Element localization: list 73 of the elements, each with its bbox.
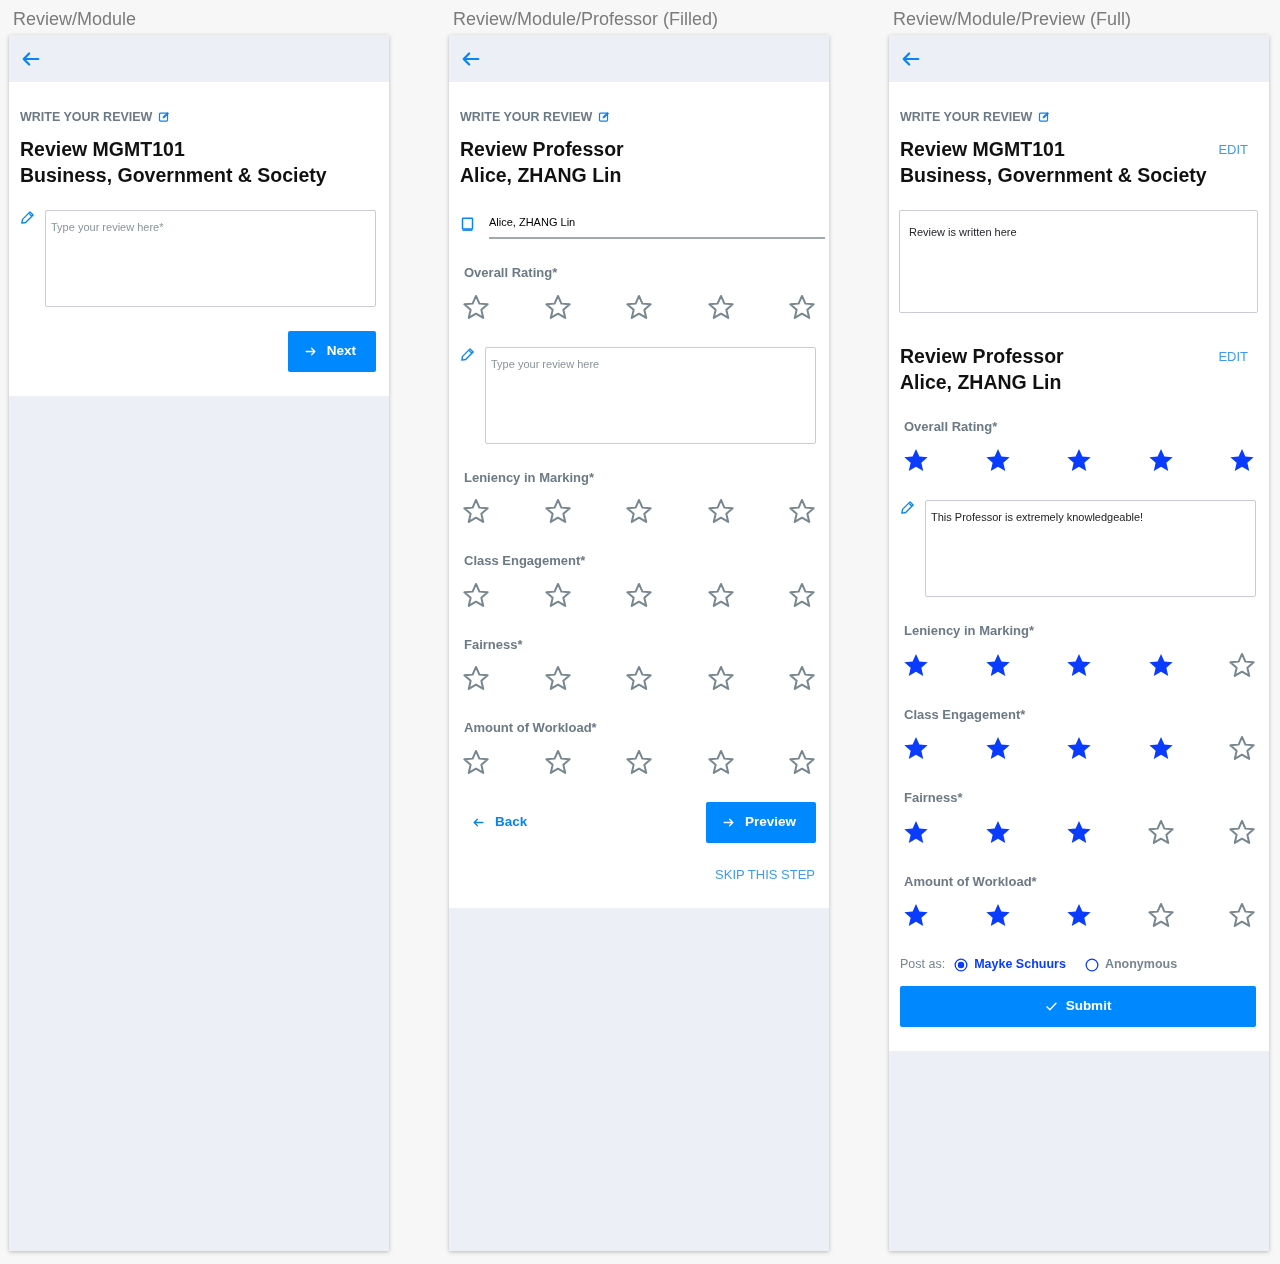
edit-icon xyxy=(598,111,611,124)
star-icon[interactable] xyxy=(1228,901,1256,930)
pencil-icon xyxy=(460,346,475,362)
rating-label: Class Engagement* xyxy=(463,552,587,571)
star-icon[interactable] xyxy=(462,497,490,526)
star-icon[interactable] xyxy=(462,664,490,693)
star-icon[interactable] xyxy=(706,497,735,526)
section-label: WRITE YOUR REVIEW xyxy=(460,109,593,126)
back-button[interactable]: Back xyxy=(460,812,540,833)
section-label: WRITE YOUR REVIEW xyxy=(20,109,153,126)
review-text: Review is written here xyxy=(899,209,1258,313)
frame-title: Review/Module/Professor (Filled) xyxy=(452,8,720,31)
rating-label: Fairness* xyxy=(463,635,524,654)
star-icon[interactable] xyxy=(625,664,653,693)
star-icon[interactable] xyxy=(543,580,572,609)
star-icon[interactable] xyxy=(788,292,816,321)
frame-title: Review/Module xyxy=(12,8,138,31)
section-label: WRITE YOUR REVIEW xyxy=(900,109,1033,126)
star-icon[interactable] xyxy=(706,292,735,321)
submit-button[interactable]: Submit xyxy=(900,986,1256,1027)
star-icon[interactable] xyxy=(1228,734,1256,763)
rating-label: Class Engagement* xyxy=(903,705,1027,724)
star-icon[interactable] xyxy=(462,747,490,776)
edit-link[interactable]: EDIT xyxy=(1218,346,1248,367)
star-icon[interactable] xyxy=(706,747,735,776)
star-icon[interactable] xyxy=(543,497,572,526)
star-icon[interactable] xyxy=(543,747,572,776)
star-icon[interactable] xyxy=(706,580,735,609)
star-icon[interactable] xyxy=(706,664,735,693)
book-icon xyxy=(460,217,475,232)
post-as-label: Post as: xyxy=(900,956,946,974)
review-title: Review Professor Alice, ZHANG Lin xyxy=(900,343,1064,395)
star-icon[interactable] xyxy=(625,580,653,609)
pencil-icon xyxy=(20,209,35,225)
star-icon[interactable] xyxy=(462,580,490,609)
star-icon[interactable] xyxy=(788,580,816,609)
pencil-icon xyxy=(900,500,915,516)
radio-option[interactable]: Anonymous xyxy=(1084,955,1178,974)
review-title: Review Professor Alice, ZHANG Lin xyxy=(460,136,624,188)
rating-label: Amount of Workload* xyxy=(903,872,1038,891)
rating-label: Overall Rating* xyxy=(903,417,999,436)
rating-label: Overall Rating* xyxy=(463,264,559,283)
star-icon[interactable] xyxy=(625,497,653,526)
star-icon[interactable] xyxy=(462,292,490,321)
skip-link[interactable]: SKIP THIS STEP xyxy=(460,864,815,885)
review-field[interactable]: Type your review here* xyxy=(45,209,376,307)
star-icon[interactable] xyxy=(788,664,816,693)
star-icon[interactable] xyxy=(543,292,572,321)
check-icon xyxy=(1044,1000,1058,1013)
star-icon[interactable] xyxy=(1228,817,1256,846)
primary-button[interactable]: Preview xyxy=(705,801,816,843)
review-field[interactable]: This Professor is extremely knowledgeable! xyxy=(925,500,1256,598)
star-icon[interactable] xyxy=(1146,817,1175,846)
rating-label: Amount of Workload* xyxy=(463,719,598,738)
rating-label: Leniency in Marking* xyxy=(463,468,596,487)
edit-link[interactable]: EDIT xyxy=(1218,139,1248,160)
review-title: Review MGMT101 Business, Government & Society xyxy=(20,136,327,188)
edit-icon xyxy=(158,111,171,124)
review-title: Review MGMT101 Business, Government & Society xyxy=(900,136,1207,188)
star-icon[interactable] xyxy=(1228,650,1256,679)
radio-option[interactable]: Mayke Schuurs xyxy=(954,955,1066,974)
star-icon[interactable] xyxy=(543,664,572,693)
edit-icon xyxy=(1038,111,1051,124)
star-icon[interactable] xyxy=(788,747,816,776)
primary-button[interactable]: Next xyxy=(287,330,376,372)
frame-title: Review/Module/Preview (Full) xyxy=(892,8,1133,31)
review-field[interactable]: Type your review here xyxy=(485,346,816,444)
star-icon[interactable] xyxy=(1146,901,1175,930)
rating-label: Fairness* xyxy=(903,789,964,808)
rating-label: Leniency in Marking* xyxy=(903,622,1036,641)
star-icon[interactable] xyxy=(788,497,816,526)
star-icon[interactable] xyxy=(625,292,653,321)
star-icon[interactable] xyxy=(625,747,653,776)
